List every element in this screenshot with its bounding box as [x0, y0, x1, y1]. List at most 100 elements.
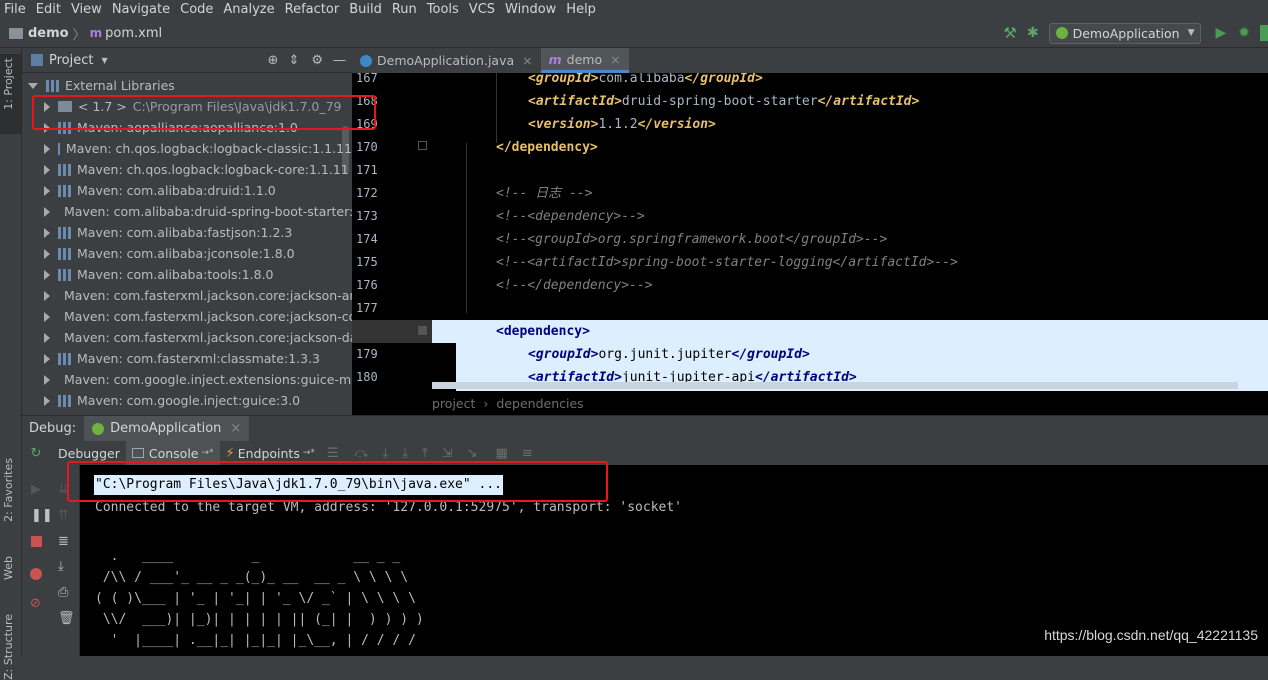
- menu-build[interactable]: Build: [349, 2, 382, 17]
- menu-window[interactable]: Window: [505, 2, 556, 17]
- run-to-cursor-icon[interactable]: ↘: [467, 446, 478, 461]
- tool-tab-favorites-label[interactable]: 2: Favorites: [2, 458, 15, 522]
- collapse-arrow-icon[interactable]: [44, 248, 50, 259]
- locate-icon[interactable]: ⊕: [268, 53, 279, 68]
- mute-breakpoints-icon[interactable]: ⊘: [30, 596, 41, 611]
- tab-endpoints[interactable]: ⚡ Endpoints →*: [220, 446, 321, 461]
- bug-icon[interactable]: ✱: [1027, 25, 1039, 41]
- clear-icon[interactable]: 🗑: [58, 611, 75, 626]
- tree-item-library[interactable]: Maven: com.alibaba:fastjson:1.2.3: [22, 222, 352, 243]
- code-line-167: <groupId>com.alibaba</groupId>: [528, 73, 763, 90]
- chevron-down-icon[interactable]: ▼: [101, 56, 107, 65]
- menu-edit[interactable]: Edit: [36, 2, 61, 17]
- tree-item-library[interactable]: Maven: com.google.inject.extensions:guic…: [22, 369, 352, 390]
- step-into-icon[interactable]: ⤓: [382, 446, 388, 461]
- menu-run[interactable]: Run: [392, 2, 417, 17]
- force-step-into-icon[interactable]: ⤓: [402, 446, 408, 461]
- collapse-arrow-icon[interactable]: [44, 395, 50, 406]
- step-over-icon[interactable]: ⤼: [355, 446, 369, 461]
- collapse-icon[interactable]: ⇕: [288, 53, 299, 68]
- editor-tab-demoapplication[interactable]: DemoApplication.java ×: [352, 48, 541, 73]
- menu-lines-icon[interactable]: ☰: [327, 446, 339, 461]
- tree-root-external-libraries[interactable]: External Libraries: [22, 75, 352, 96]
- menu-navigate[interactable]: Navigate: [112, 2, 170, 17]
- drop-frame-icon[interactable]: ⇲: [442, 446, 453, 461]
- menu-code[interactable]: Code: [180, 2, 213, 17]
- collapse-arrow-icon[interactable]: [44, 332, 50, 343]
- menu-analyze[interactable]: Analyze: [223, 2, 274, 17]
- library-icon: [58, 268, 71, 281]
- collapse-arrow-icon[interactable]: [44, 143, 50, 154]
- stop-icon[interactable]: [31, 536, 42, 547]
- project-view-title[interactable]: Project: [49, 53, 93, 68]
- spring-banner-line: /\\ / ___'_ __ _ _(_)_ __ __ _ \ \ \ \: [95, 570, 409, 585]
- collapse-arrow-icon[interactable]: [44, 227, 50, 238]
- run-icon[interactable]: ▶: [1215, 25, 1226, 41]
- close-icon[interactable]: ×: [522, 53, 532, 68]
- tree-item-library[interactable]: Maven: com.alibaba:tools:1.8.0: [22, 264, 352, 285]
- run-config-select[interactable]: DemoApplication ▼: [1048, 22, 1202, 44]
- tool-tab-project-label[interactable]: 1: Project: [2, 58, 15, 110]
- collapse-arrow-icon[interactable]: [44, 374, 50, 385]
- tree-item-library[interactable]: Maven: ch.qos.logback:logback-core:1.1.1…: [22, 159, 352, 180]
- coverage-icon[interactable]: [1260, 25, 1268, 41]
- collapse-arrow-icon[interactable]: [44, 311, 50, 322]
- pause-icon[interactable]: ❚❚: [31, 508, 53, 523]
- collapse-arrow-icon[interactable]: [44, 206, 50, 217]
- tree-item-library[interactable]: Maven: com.alibaba:druid-spring-boot-sta…: [22, 201, 352, 222]
- debug-session-tab[interactable]: DemoApplication ×: [84, 415, 250, 442]
- evaluate-icon[interactable]: ▦: [496, 446, 508, 461]
- scroll-end-icon[interactable]: ⤓: [58, 559, 64, 574]
- tree-item-library[interactable]: Maven: com.google.inject:guice:3.0: [22, 390, 352, 411]
- line-highlight: [432, 320, 456, 343]
- tab-debugger[interactable]: Debugger: [58, 446, 120, 461]
- collapse-arrow-icon[interactable]: [44, 290, 50, 301]
- close-icon[interactable]: ×: [230, 421, 241, 436]
- menu-vcs[interactable]: VCS: [469, 2, 495, 17]
- tree-item-library[interactable]: Maven: com.fasterxml.jackson.core:jackso…: [22, 306, 352, 327]
- more-icon[interactable]: ≡: [522, 446, 533, 461]
- soft-wrap-icon[interactable]: ≣: [58, 534, 69, 549]
- breadcrumb-file[interactable]: pom.xml: [105, 26, 162, 41]
- horizontal-scrollbar[interactable]: [432, 382, 1238, 389]
- fold-marker-icon[interactable]: [418, 326, 427, 335]
- collapse-arrow-icon[interactable]: [44, 164, 50, 175]
- code-content[interactable]: <groupId>com.alibaba</groupId> <artifact…: [432, 73, 1268, 391]
- crumb-project[interactable]: project: [432, 396, 475, 411]
- rerun-icon[interactable]: ↻: [22, 446, 50, 461]
- tree-item-library[interactable]: Maven: ch.qos.logback:logback-classic:1.…: [22, 138, 352, 159]
- tree-item-library[interactable]: Maven: com.fasterxml.jackson.core:jackso…: [22, 327, 352, 348]
- tree-item-library[interactable]: Maven: com.fasterxml:classmate:1.3.3: [22, 348, 352, 369]
- expand-arrow-icon[interactable]: [28, 82, 38, 89]
- tree-item-library[interactable]: Maven: com.fasterxml.jackson.core:jackso…: [22, 285, 352, 306]
- collapse-arrow-icon[interactable]: [44, 353, 50, 364]
- folder-icon: [9, 27, 23, 39]
- collapse-arrow-icon[interactable]: [44, 185, 50, 196]
- menu-file[interactable]: File: [4, 2, 26, 17]
- view-breakpoints-icon[interactable]: [30, 568, 42, 580]
- debug-icon[interactable]: ✹: [1238, 25, 1250, 41]
- hide-icon[interactable]: —: [333, 53, 346, 68]
- menu-view[interactable]: View: [71, 2, 102, 17]
- tree-item-library[interactable]: Maven: com.alibaba:druid:1.1.0: [22, 180, 352, 201]
- collapse-arrow-icon[interactable]: [44, 269, 50, 280]
- editor-tab-demo[interactable]: m demo ×: [540, 48, 629, 73]
- crumb-dependencies[interactable]: dependencies: [496, 396, 583, 411]
- gear-icon[interactable]: ⚙: [311, 53, 323, 68]
- resume-icon[interactable]: ▶: [31, 482, 41, 497]
- code-line-174: <!--<groupId>org.springframework.boot</g…: [496, 232, 888, 247]
- tree-item-library[interactable]: Maven: com.alibaba:jconsole:1.8.0: [22, 243, 352, 264]
- line-number: 167: [356, 71, 378, 85]
- breadcrumb-project[interactable]: demo: [28, 26, 69, 41]
- tool-tab-web-label[interactable]: Web: [2, 556, 15, 580]
- tool-tab-structure-label[interactable]: Z: Structure: [2, 614, 15, 680]
- close-icon[interactable]: ×: [610, 52, 620, 67]
- step-up-icon[interactable]: ⇈: [58, 508, 69, 523]
- menu-tools[interactable]: Tools: [427, 2, 459, 17]
- menu-help[interactable]: Help: [566, 2, 596, 17]
- build-hammer-icon[interactable]: ⚒: [1003, 24, 1016, 42]
- print-icon[interactable]: ⎙: [58, 585, 68, 600]
- step-out-icon[interactable]: ⤒: [422, 446, 428, 461]
- fold-marker-icon[interactable]: [418, 141, 427, 150]
- menu-refactor[interactable]: Refactor: [285, 2, 340, 17]
